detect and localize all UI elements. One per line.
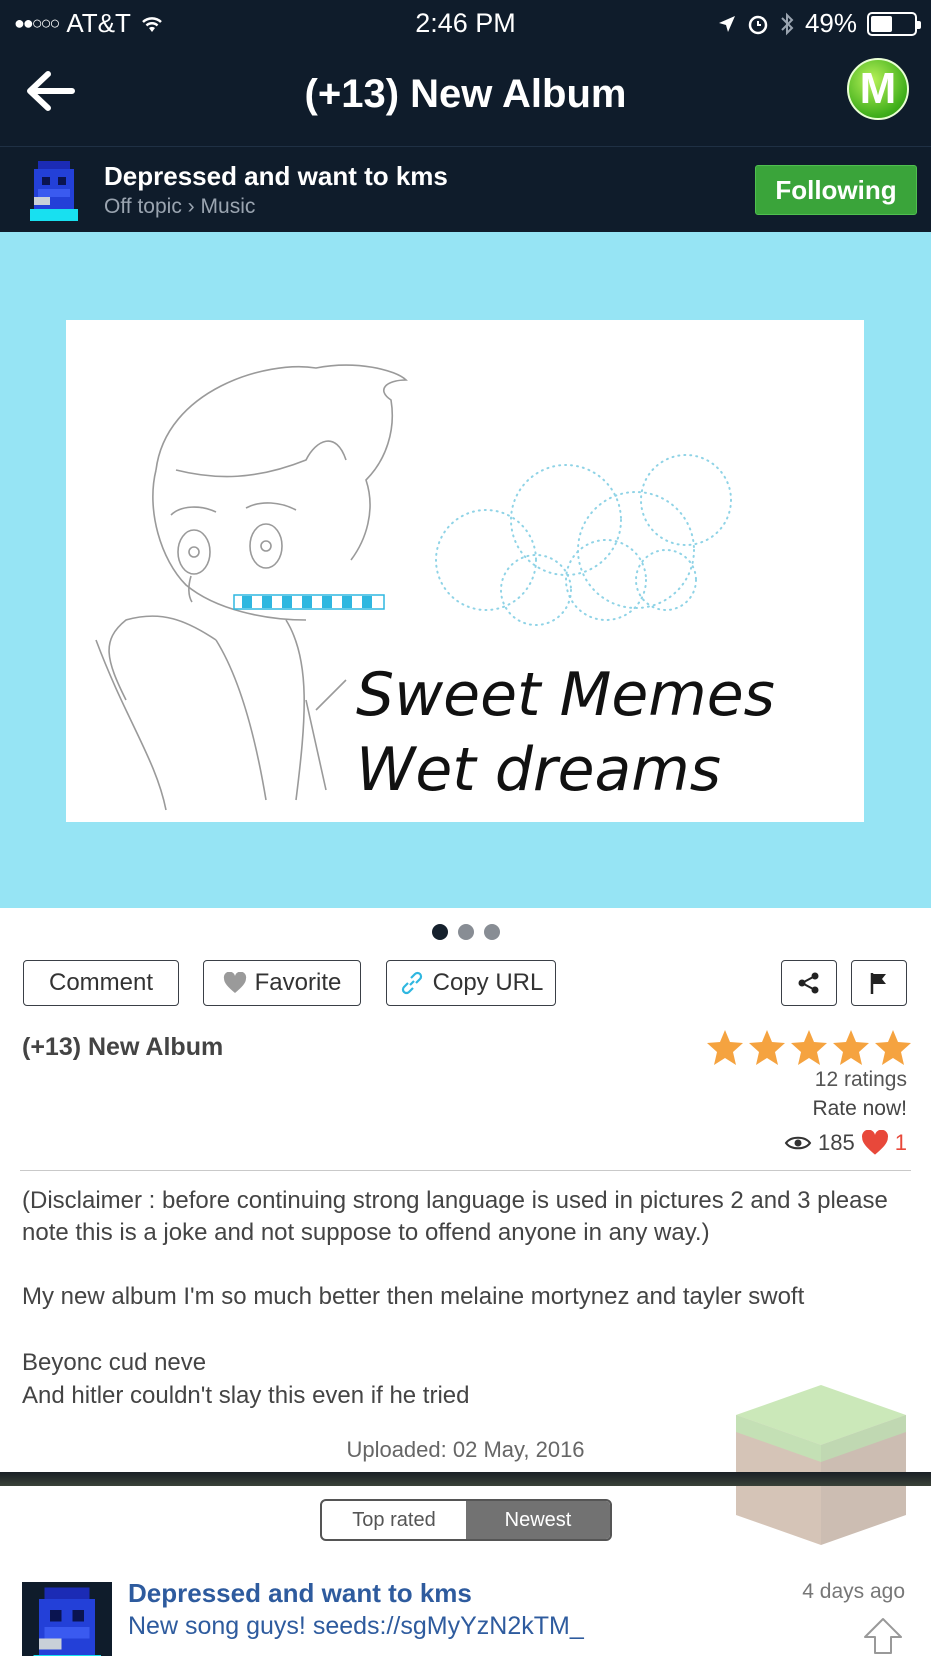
- minecraft-block-decoration: [731, 1380, 911, 1550]
- upvote-button[interactable]: [861, 1616, 905, 1656]
- star-rating[interactable]: [705, 1028, 913, 1066]
- copy-url-button[interactable]: Copy URL: [386, 960, 556, 1006]
- comment-sort-toggle: Top rated Newest: [320, 1499, 612, 1541]
- artwork-line-2: Wet dreams: [356, 735, 721, 805]
- m-badge-button[interactable]: M: [847, 58, 909, 120]
- post-paragraph: My new album I'm so much better then mel…: [22, 1283, 805, 1310]
- battery-percent: 49%: [804, 8, 857, 38]
- star-icon[interactable]: [789, 1028, 829, 1066]
- following-button[interactable]: Following: [755, 165, 917, 215]
- upvote-arrow-icon: [864, 1618, 902, 1654]
- battery-icon: [867, 11, 921, 36]
- status-bar: ●●○○○ AT&T 2:46 PM 49%: [0, 0, 931, 46]
- heart-icon: [223, 972, 246, 993]
- author-category[interactable]: Off topic › Music: [104, 195, 255, 219]
- ratings-count: 12 ratings: [814, 1068, 907, 1091]
- location-arrow-icon: [718, 15, 735, 32]
- post-disclaimer: (Disclaimer : before continuing strong l…: [22, 1187, 888, 1246]
- alarm-icon: [748, 15, 768, 34]
- post-image: Sweet Memes Wet dreams: [66, 320, 864, 822]
- rate-now-link[interactable]: Rate now!: [812, 1097, 907, 1121]
- post-stats: 185 1: [784, 1130, 907, 1156]
- copy-url-label: Copy URL: [432, 969, 544, 996]
- carousel-dot[interactable]: [431, 924, 448, 940]
- image-carousel[interactable]: Sweet Memes Wet dreams: [0, 232, 931, 908]
- carousel-dot[interactable]: [483, 924, 500, 940]
- share-button[interactable]: [781, 960, 837, 1006]
- eye-icon: [784, 1136, 812, 1150]
- share-icon: [798, 972, 819, 994]
- sort-option-0[interactable]: Top rated: [322, 1501, 466, 1539]
- bluetooth-icon: [781, 12, 794, 35]
- star-icon[interactable]: [747, 1028, 787, 1066]
- views-count: 185: [818, 1130, 855, 1155]
- star-icon[interactable]: [873, 1028, 913, 1066]
- post-title: (+13) New Album: [22, 1033, 224, 1061]
- category-secondary[interactable]: Music: [201, 195, 256, 218]
- carousel-dot[interactable]: [457, 924, 474, 940]
- comment-timestamp: 4 days ago: [802, 1580, 905, 1603]
- favorite-label: Favorite: [254, 969, 342, 996]
- comment-label: Comment: [48, 969, 154, 996]
- report-button[interactable]: [851, 960, 907, 1006]
- nav-bar: (+13) New Album M: [0, 46, 931, 146]
- star-icon[interactable]: [705, 1028, 745, 1066]
- category-primary[interactable]: Off topic: [104, 195, 182, 218]
- commenter-name[interactable]: Depressed and want to kms: [128, 1578, 472, 1609]
- comment-text: New song guys! seeds://sgMyYzN2kTM_: [128, 1612, 584, 1640]
- author-avatar[interactable]: [22, 157, 86, 221]
- flag-icon: [870, 973, 886, 994]
- favorite-button[interactable]: Favorite: [203, 960, 361, 1006]
- link-icon: [401, 971, 422, 995]
- artwork-line-1: Sweet Memes: [356, 660, 775, 730]
- category-separator: ›: [187, 195, 195, 218]
- section-divider: [0, 1472, 931, 1486]
- heart-icon: [861, 1130, 888, 1155]
- sort-option-1[interactable]: Newest: [466, 1501, 610, 1539]
- carousel-pagination: [0, 924, 931, 940]
- star-icon[interactable]: [831, 1028, 871, 1066]
- comment-button[interactable]: Comment: [23, 960, 179, 1006]
- page-title: (+13) New Album: [304, 72, 627, 116]
- author-name[interactable]: Depressed and want to kms: [104, 161, 448, 192]
- commenter-avatar[interactable]: [22, 1582, 112, 1656]
- author-bar: Depressed and want to kms Off topic › Mu…: [0, 146, 931, 232]
- divider: [20, 1170, 911, 1171]
- post-line: Beyonc cud neve: [22, 1349, 207, 1376]
- upload-date: Uploaded: 02 May, 2016: [346, 1437, 585, 1462]
- likes-count: 1: [894, 1130, 907, 1155]
